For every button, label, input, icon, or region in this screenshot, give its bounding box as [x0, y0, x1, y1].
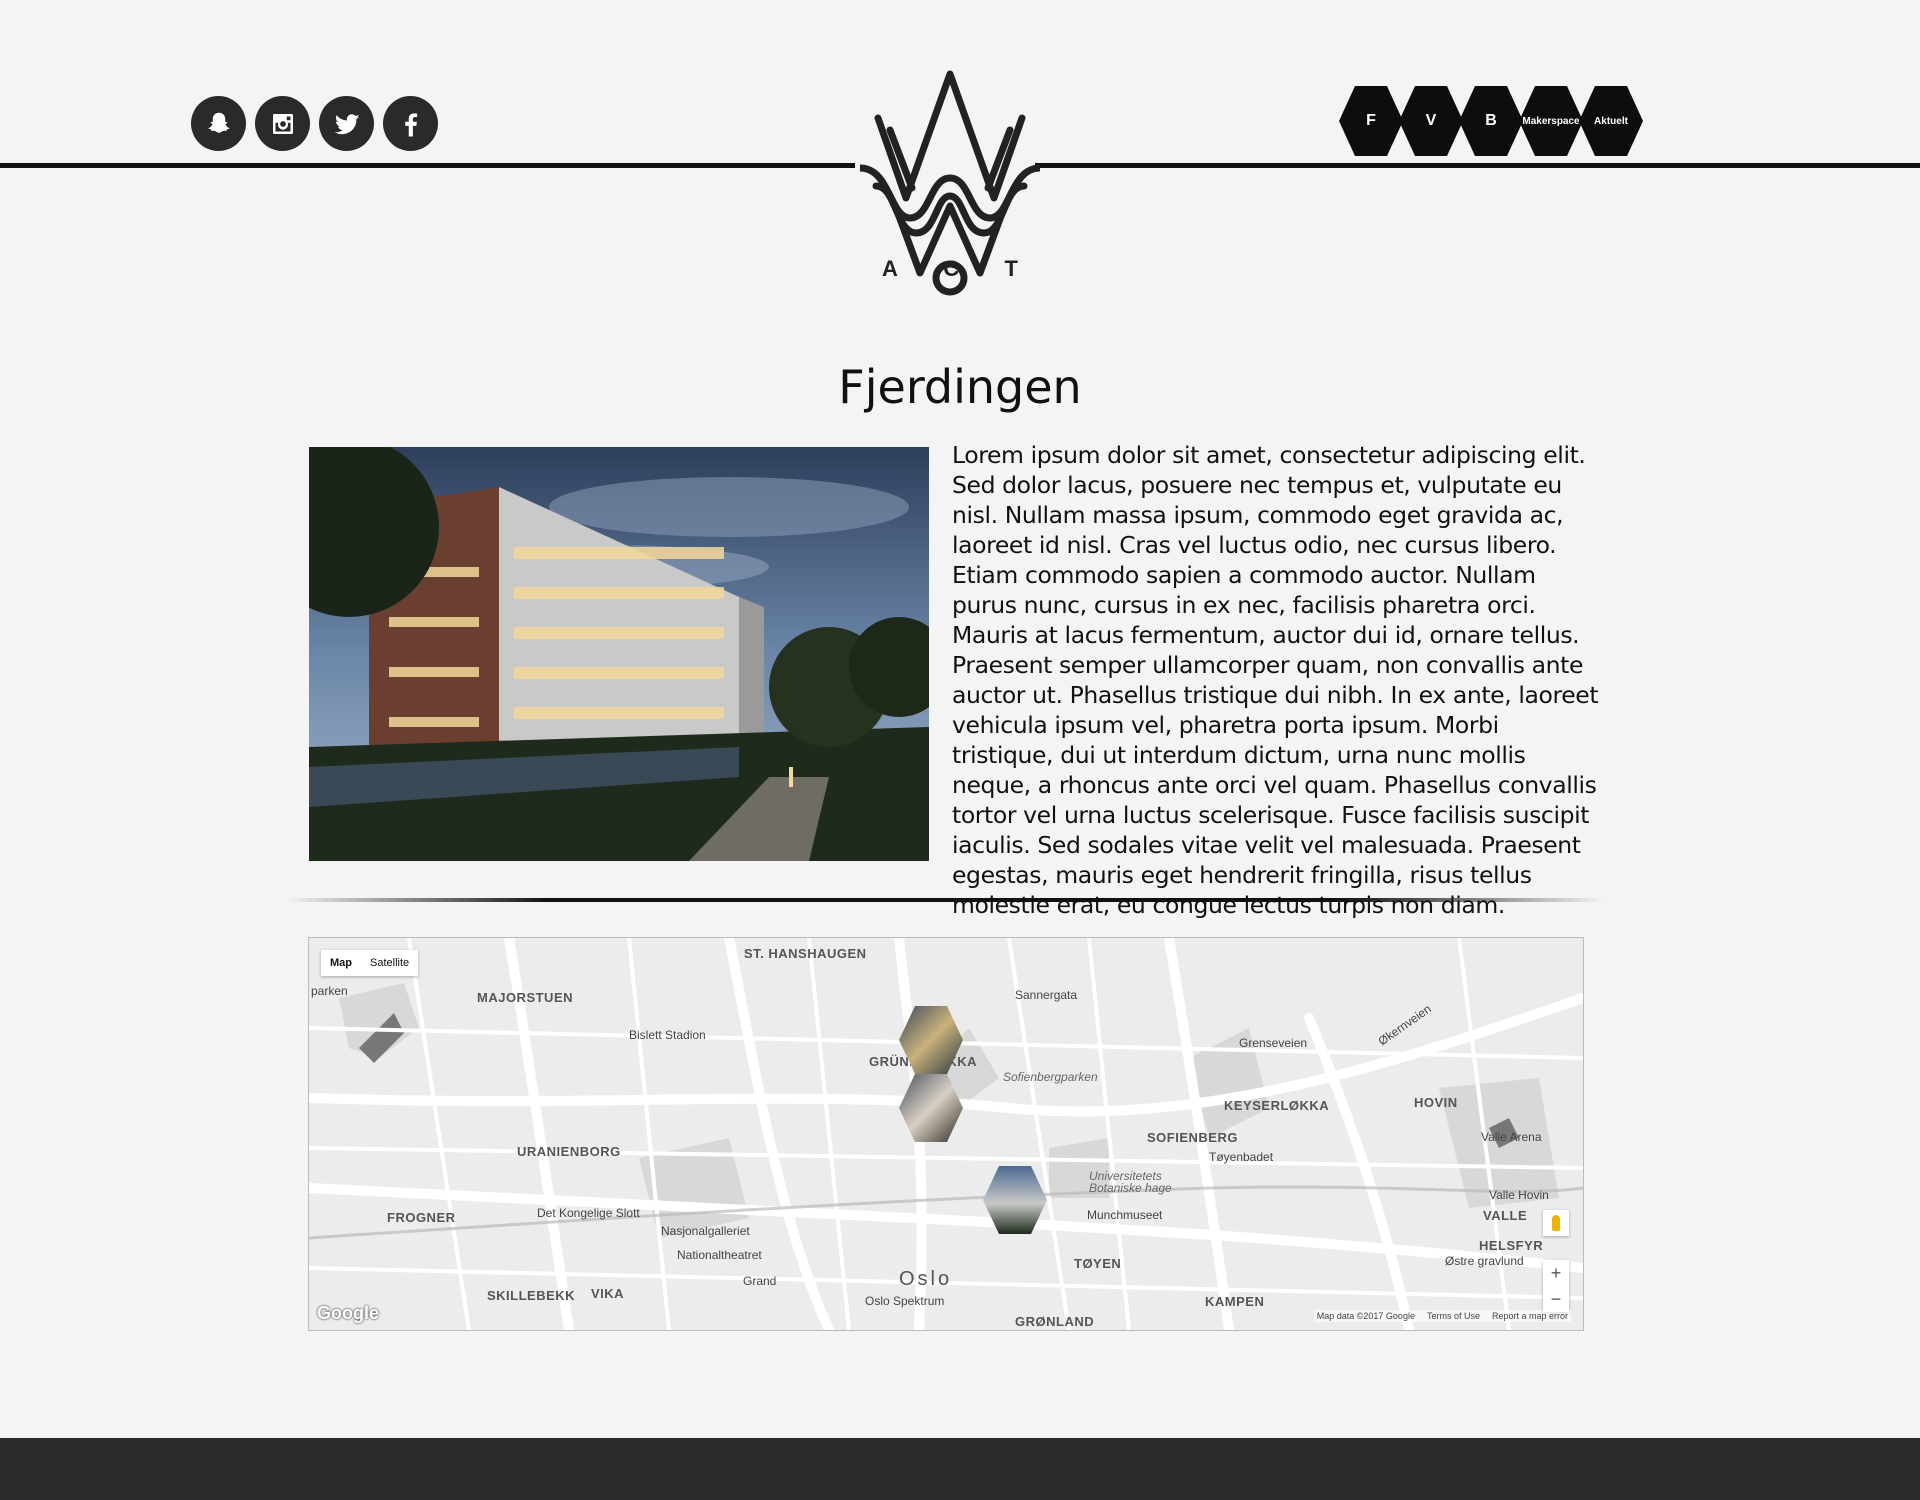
map-label: URANIENBORG [517, 1144, 621, 1159]
logo-letter-t: T [1004, 256, 1018, 281]
map-label: Nasjonalgalleriet [661, 1224, 750, 1238]
map-label: SOFIENBERG [1147, 1130, 1238, 1145]
nav-item-makerspace[interactable]: Makerspace [1519, 86, 1583, 156]
map-type-map-button[interactable]: Map [321, 950, 361, 976]
map-label: Nationaltheatret [677, 1248, 762, 1262]
map-label: VIKA [591, 1286, 625, 1301]
zoom-in-button[interactable]: + [1543, 1260, 1569, 1286]
map-label: Oslo [899, 1268, 953, 1290]
map-attribution: Map data ©2017 Google Terms of Use Repor… [1313, 1310, 1571, 1322]
map-label: Østre gravlund [1445, 1254, 1524, 1268]
map-label: Tøyenbadet [1209, 1150, 1274, 1164]
logo-letter-c: C [943, 256, 960, 281]
section-divider [285, 898, 1605, 902]
map-label: VALLE [1483, 1208, 1528, 1223]
logo-letter-a: A [882, 256, 898, 281]
header-rule-right [1035, 163, 1920, 168]
twitter-icon [334, 113, 359, 134]
map-label: HELSFYR [1479, 1238, 1544, 1253]
page-footer [0, 1438, 1920, 1500]
building-photo [309, 447, 929, 861]
map-label: Universitetets Botaniske hage [1089, 1169, 1172, 1195]
nav-item-f[interactable]: F [1339, 86, 1403, 156]
map-label: Det Kongelige Slott [537, 1206, 640, 1220]
zoom-control: + − [1543, 1260, 1569, 1312]
zoom-out-button[interactable]: − [1543, 1286, 1569, 1312]
body-text: Lorem ipsum dolor sit amet, consectetur … [952, 441, 1599, 919]
map-label: KEYSERLØKKA [1224, 1098, 1330, 1113]
map-label: Grenseveien [1239, 1036, 1308, 1050]
map-label: KAMPEN [1205, 1294, 1265, 1309]
nav-item-v[interactable]: V [1399, 86, 1463, 156]
terms-link[interactable]: Terms of Use [1427, 1311, 1480, 1321]
facebook-link[interactable] [383, 96, 438, 151]
nav-item-b[interactable]: B [1459, 86, 1523, 156]
map-label: Sofienbergparken [1003, 1070, 1098, 1084]
twitter-link[interactable] [319, 96, 374, 151]
map-label: Valle Hovin [1489, 1188, 1549, 1202]
logo-letters: A C T [860, 256, 1040, 282]
location-map[interactable]: Map Satellite ST. HANSHAUGEN MAJORSTUEN … [308, 937, 1584, 1331]
map-label: parken [311, 984, 348, 998]
report-error-link[interactable]: Report a map error [1492, 1311, 1568, 1321]
header-rule-left [0, 163, 855, 168]
nav-item-aktuelt[interactable]: Aktuelt [1579, 86, 1643, 156]
pegman-icon [1552, 1215, 1560, 1231]
social-links [191, 96, 438, 151]
map-label: Oslo Spektrum [865, 1294, 945, 1308]
street-view-button[interactable] [1543, 1210, 1569, 1236]
map-label: TØYEN [1074, 1256, 1122, 1271]
map-label: MAJORSTUEN [477, 990, 574, 1005]
map-label: HOVIN [1414, 1095, 1458, 1110]
facebook-icon [404, 112, 417, 136]
map-label: Munchmuseet [1087, 1208, 1163, 1222]
map-label: FROGNER [387, 1210, 456, 1225]
instagram-icon [272, 113, 293, 134]
map-data-text: Map data ©2017 Google [1316, 1311, 1415, 1321]
map-label: GRØNLAND [1015, 1314, 1095, 1329]
snapchat-link[interactable] [191, 96, 246, 151]
snapchat-icon [207, 112, 230, 133]
map-label: ST. HANSHAUGEN [744, 946, 867, 961]
map-label: SKILLEBEKK [487, 1288, 576, 1303]
page-title: Fjerdingen [838, 360, 1082, 414]
hex-navigation: F V B Makerspace Aktuelt [1339, 86, 1643, 156]
map-label: Grand [743, 1274, 777, 1288]
map-label: Sannergata [1015, 988, 1078, 1002]
instagram-link[interactable] [255, 96, 310, 151]
map-label: Bislett Stadion [629, 1028, 706, 1042]
act-logo[interactable]: A C T [856, 68, 1044, 304]
google-logo: Google [317, 1303, 379, 1323]
map-type-control: Map Satellite [321, 950, 419, 976]
map-label: Valle Arena [1481, 1130, 1542, 1144]
map-type-satellite-button[interactable]: Satellite [361, 950, 418, 976]
